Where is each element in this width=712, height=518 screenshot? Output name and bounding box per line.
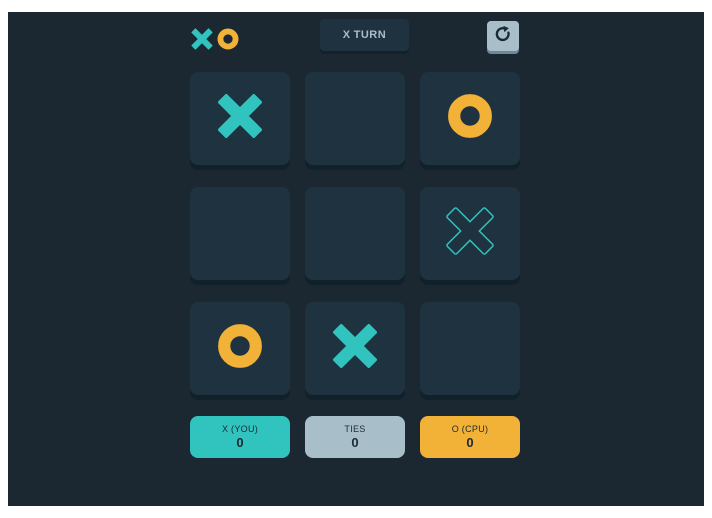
score-x: X (YOU) 0: [190, 416, 290, 458]
board-cell-1[interactable]: [190, 72, 290, 165]
board-cell-6[interactable]: [420, 187, 520, 280]
score-x-label: X (YOU): [221, 424, 259, 434]
game-logo: [191, 26, 247, 52]
x-mark-icon: [332, 323, 378, 374]
score-o: O (CPU) 0: [420, 416, 520, 458]
x-mark-icon: [217, 93, 263, 144]
x-outline-icon: [446, 207, 494, 260]
restart-icon: [494, 25, 512, 48]
score-ties: TIES 0: [305, 416, 405, 458]
score-x-value: 0: [236, 435, 244, 450]
board-cell-8[interactable]: [305, 302, 405, 395]
score-o-label: O (CPU): [451, 424, 489, 434]
o-mark-icon: [217, 323, 263, 374]
board-cell-2[interactable]: [305, 72, 405, 165]
board-cell-9[interactable]: [420, 302, 520, 395]
turn-mark: X: [342, 29, 351, 41]
turn-text: TURN: [353, 29, 387, 41]
score-o-value: 0: [466, 435, 474, 450]
score-ties-value: 0: [351, 435, 359, 450]
board-cell-4[interactable]: [190, 187, 290, 280]
o-mark-icon: [447, 93, 493, 144]
board-cell-7[interactable]: [190, 302, 290, 395]
board-cell-3[interactable]: [420, 72, 520, 165]
game-board: [190, 72, 520, 402]
board-cell-5[interactable]: [305, 187, 405, 280]
score-ties-label: TIES: [344, 424, 366, 434]
o-mark-icon: [217, 28, 239, 50]
turn-indicator: X TURN: [320, 19, 409, 51]
game-screen: X TURN X (YOU) 0 TIES 0 O (CPU) 0: [8, 12, 704, 506]
x-mark-icon: [191, 28, 213, 50]
restart-button[interactable]: [487, 21, 519, 51]
